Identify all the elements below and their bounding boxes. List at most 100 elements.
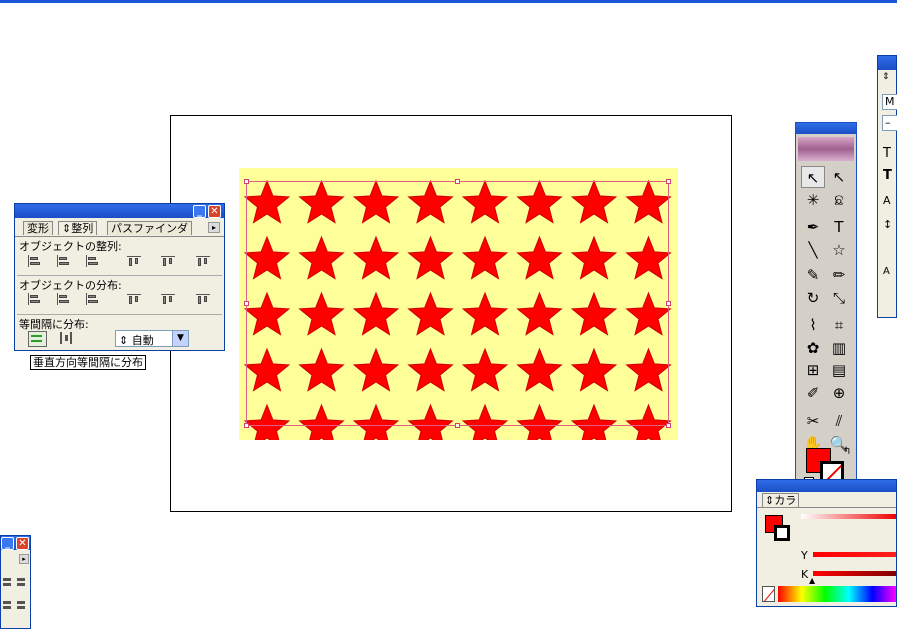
left-panel: _ ✕ ▸ bbox=[0, 535, 31, 629]
baseline-icon: A bbox=[883, 266, 890, 277]
tracking-icon: ↕ bbox=[883, 218, 893, 231]
align-top-icon[interactable] bbox=[127, 255, 141, 267]
close-icon[interactable]: ✕ bbox=[16, 537, 29, 550]
distribute-objects-label: オブジェクトの分布: bbox=[19, 279, 122, 292]
magic-wand-tool-icon[interactable]: ✳ bbox=[801, 189, 825, 211]
align-vcenter-icon[interactable] bbox=[161, 255, 175, 267]
toolbox-titlebar[interactable] bbox=[796, 123, 856, 134]
none-color-icon[interactable] bbox=[762, 586, 775, 602]
align-left-icon[interactable] bbox=[27, 255, 41, 267]
panel-menu-icon[interactable]: ▸ bbox=[19, 554, 29, 564]
mesh-tool-icon[interactable]: ⊞ bbox=[801, 359, 825, 381]
selection-handle[interactable] bbox=[244, 301, 249, 306]
align-bottom-icon[interactable] bbox=[196, 255, 210, 267]
panel-tab-icon[interactable]: ⇕ bbox=[882, 72, 890, 82]
warp-tool-icon[interactable]: ⌇ bbox=[801, 314, 825, 336]
dist-right-icon[interactable] bbox=[196, 293, 210, 305]
rotate-tool-icon[interactable]: ↻ bbox=[801, 287, 825, 309]
vertical-distribute-space-icon[interactable] bbox=[28, 331, 47, 347]
lasso-tool-icon[interactable]: ଛ bbox=[827, 189, 851, 211]
free-transform-tool-icon[interactable]: ⌗ bbox=[827, 314, 851, 336]
selection-handle[interactable] bbox=[666, 179, 671, 184]
paintbrush-tool-icon[interactable]: ✎ bbox=[801, 264, 825, 286]
minimize-icon[interactable]: _ bbox=[1, 537, 14, 550]
close-icon[interactable]: ✕ bbox=[208, 205, 221, 218]
line-tool-icon[interactable]: ╲ bbox=[801, 239, 825, 261]
selection-handle[interactable] bbox=[455, 179, 460, 184]
font-style-field[interactable]: – bbox=[882, 115, 897, 131]
minimize-icon[interactable]: _ bbox=[193, 205, 206, 218]
selection-handle[interactable] bbox=[666, 301, 671, 306]
slider-thumb-icon[interactable]: ▲ bbox=[809, 576, 815, 585]
swap-colors-icon[interactable]: ↰ bbox=[843, 446, 851, 457]
eyedropper-tool-icon[interactable]: ✐ bbox=[801, 382, 825, 404]
right-panel-titlebar[interactable] bbox=[878, 56, 896, 70]
color-stroke-swatch[interactable] bbox=[774, 525, 790, 541]
tab-transform[interactable]: 変形 bbox=[23, 221, 53, 235]
direct-selection-tool-icon[interactable]: ↖ bbox=[827, 166, 851, 188]
dist-left-icon[interactable] bbox=[127, 293, 141, 305]
right-panel: ⇕ M – T T A ↕ A bbox=[877, 55, 897, 318]
dist-top-icon[interactable] bbox=[27, 293, 41, 305]
chevron-down-icon[interactable]: ▼ bbox=[172, 331, 188, 346]
toolbox-panel: ↖ ↖ ✳ ଛ ✒ T ╲ ☆ ✎ ✏ ↻ ⤡ ⌇ ⌗ ✿ ▥ ⊞ ▤ ✐ ⊕ ✂ ⫽ ✋ 🔍 ↰ bbox=[795, 122, 857, 540]
color-panel-titlebar[interactable] bbox=[757, 480, 896, 492]
y-slider[interactable] bbox=[813, 552, 896, 557]
pencil-tool-icon[interactable]: ✏ bbox=[827, 264, 851, 286]
type-tool-icon[interactable]: T bbox=[827, 216, 851, 238]
toolbox-header-image bbox=[798, 137, 854, 161]
distribute-icon[interactable] bbox=[3, 599, 13, 611]
left-panel-titlebar[interactable]: _ ✕ bbox=[1, 536, 30, 550]
distribute-icon[interactable] bbox=[17, 599, 27, 611]
tab-color[interactable]: ⇕カラ bbox=[762, 493, 800, 508]
selection-handle[interactable] bbox=[244, 179, 249, 184]
pen-tool-icon[interactable]: ✒ bbox=[801, 216, 825, 238]
graph-tool-icon[interactable]: ▥ bbox=[827, 337, 851, 359]
symbol-sprayer-tool-icon[interactable]: ✿ bbox=[801, 337, 825, 359]
selection-handle[interactable] bbox=[244, 423, 249, 428]
align-icon[interactable] bbox=[3, 576, 13, 588]
tooltip: 垂直方向等間隔に分布 bbox=[30, 355, 146, 370]
window-top-bar bbox=[0, 0, 897, 3]
dist-vcenter-icon[interactable] bbox=[56, 293, 70, 305]
font-size-icon: T bbox=[883, 146, 891, 161]
channel-y-label: Y bbox=[801, 549, 808, 562]
divider bbox=[757, 507, 896, 508]
align-panel: _ ✕ 変形 ⇕整列 パスファインダ ▸ オブジェクトの整列: オブジェクトの分… bbox=[14, 203, 225, 351]
divider bbox=[17, 275, 222, 276]
color-panel: ⇕カラ Y K ▲ bbox=[756, 479, 897, 607]
slider-track[interactable] bbox=[801, 514, 896, 519]
channel-k-label: K bbox=[801, 568, 809, 581]
selection-tool-icon[interactable]: ↖ bbox=[801, 166, 825, 188]
star-tool-icon[interactable]: ☆ bbox=[827, 239, 851, 261]
knife-tool-icon[interactable]: ⫽ bbox=[827, 410, 851, 432]
distribute-spacing-label: 等間隔に分布: bbox=[19, 318, 89, 331]
scissors-tool-icon[interactable]: ✂ bbox=[801, 410, 825, 432]
spacing-value: ⇕ 自動 bbox=[119, 334, 154, 347]
spacing-value-field[interactable]: ⇕ 自動 ▼ bbox=[115, 330, 189, 347]
scale-tool-icon[interactable]: ⤡ bbox=[827, 287, 851, 309]
selection-handle[interactable] bbox=[666, 423, 671, 428]
selection-bounding-box[interactable] bbox=[244, 179, 671, 428]
k-slider[interactable] bbox=[813, 571, 896, 576]
blend-tool-icon[interactable]: ⊕ bbox=[827, 382, 851, 404]
dist-hcenter-icon[interactable] bbox=[161, 293, 175, 305]
align-right-icon[interactable] bbox=[85, 255, 99, 267]
leading-icon: T bbox=[883, 168, 892, 183]
align-hcenter-icon[interactable] bbox=[56, 255, 70, 267]
font-name-field[interactable]: M bbox=[882, 94, 897, 110]
kerning-icon: A bbox=[883, 194, 891, 207]
horizontal-distribute-space-icon[interactable] bbox=[59, 332, 73, 344]
align-objects-label: オブジェクトの整列: bbox=[19, 240, 122, 253]
panel-menu-icon[interactable]: ▸ bbox=[208, 222, 220, 233]
align-panel-titlebar[interactable]: _ ✕ bbox=[15, 204, 224, 218]
dist-bottom-icon[interactable] bbox=[85, 293, 99, 305]
selection-handle[interactable] bbox=[455, 423, 460, 428]
tab-bar: 変形 ⇕整列 パスファインダ ▸ bbox=[15, 218, 224, 237]
tab-pathfinder[interactable]: パスファインダ bbox=[107, 221, 192, 235]
color-spectrum[interactable] bbox=[778, 586, 896, 602]
tab-align[interactable]: ⇕整列 bbox=[58, 221, 98, 235]
align-icon[interactable] bbox=[17, 576, 27, 588]
divider bbox=[17, 314, 222, 315]
gradient-tool-icon[interactable]: ▤ bbox=[827, 359, 851, 381]
